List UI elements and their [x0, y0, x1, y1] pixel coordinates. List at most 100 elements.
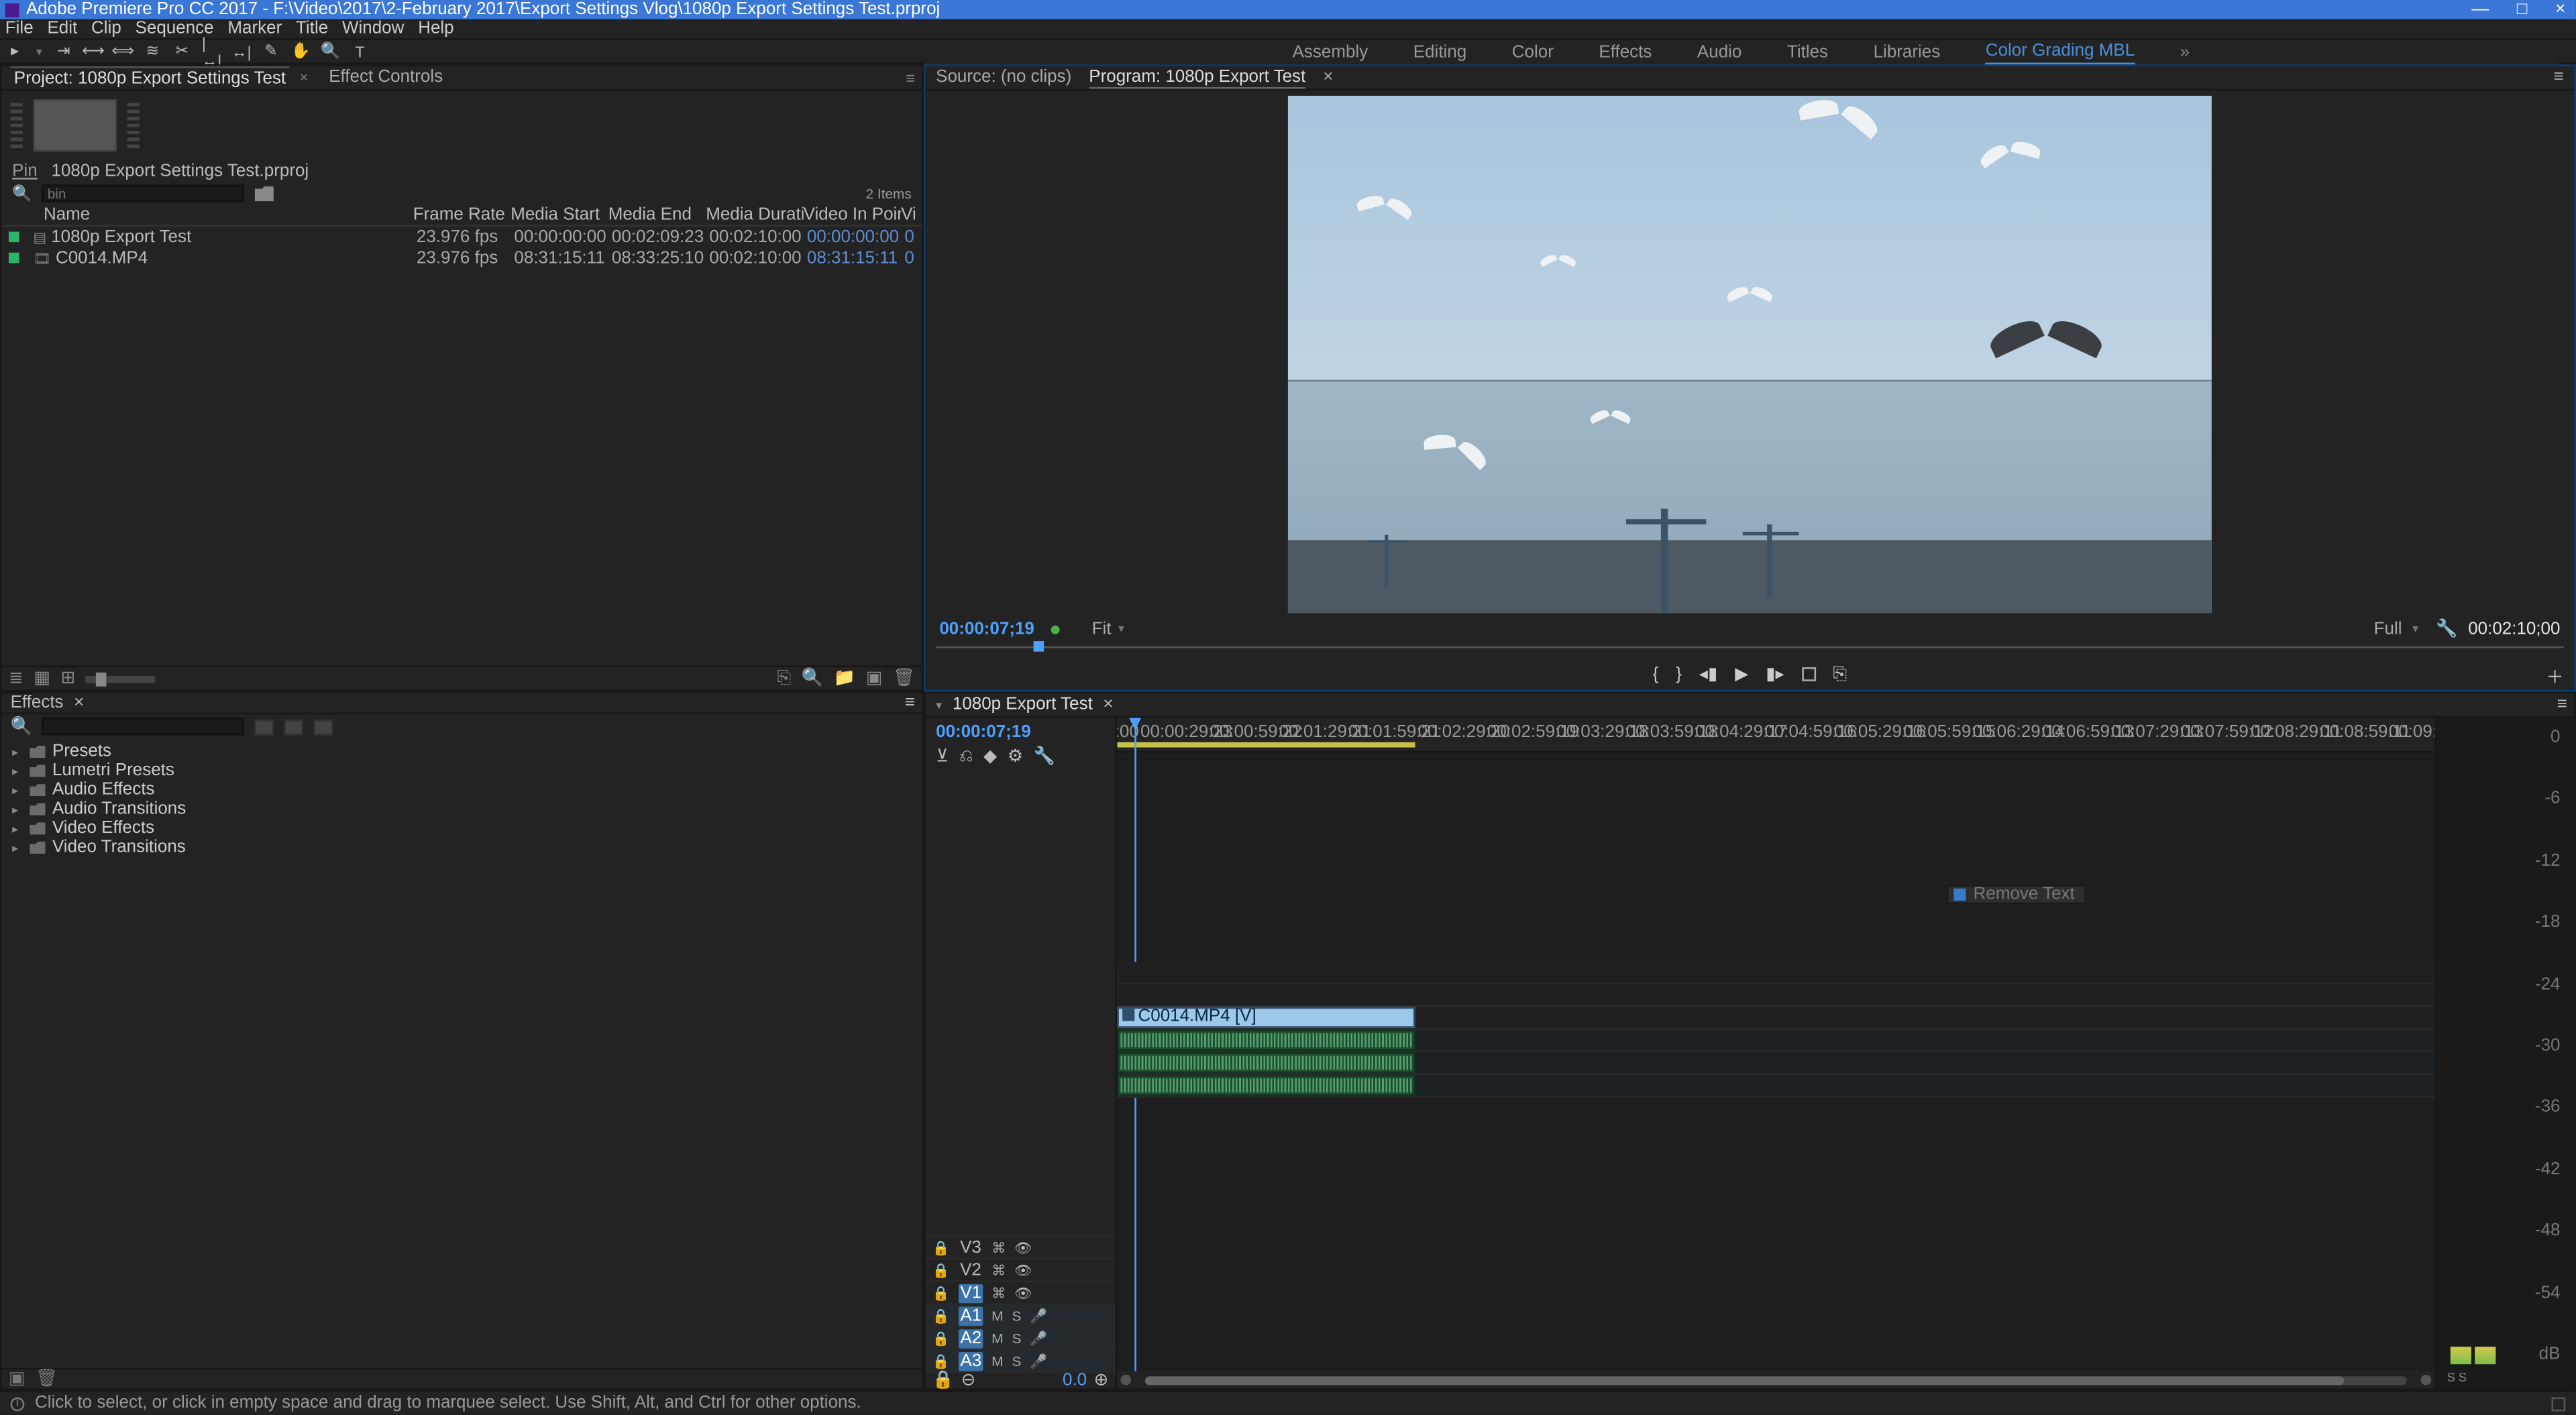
slip-tool-icon[interactable]: |↔|	[202, 42, 221, 61]
tab-effects[interactable]: Effects	[11, 693, 64, 713]
pen-tool-icon[interactable]: ✎	[262, 42, 281, 61]
track-header-a3[interactable]: 🔒 A3 M S 🎤	[926, 1349, 1116, 1371]
track-label[interactable]: A1	[959, 1306, 983, 1325]
lift-icon[interactable]	[1802, 667, 1816, 681]
ws-editing[interactable]: Editing	[1413, 43, 1466, 62]
audio-clip-a2[interactable]	[1117, 1052, 1415, 1073]
rolling-edit-icon[interactable]: ⟺	[113, 42, 133, 61]
track-header-v1[interactable]: 🔒 V1 ⌘ 👁	[926, 1281, 1116, 1304]
resolution-dropdown-icon[interactable]: ▾	[2412, 622, 2418, 636]
new-item-icon[interactable]: ▣	[866, 669, 883, 689]
icon-view-icon[interactable]: ▦	[34, 669, 50, 689]
master-track-row[interactable]: 🔒 ⊖ 0.0 ⊕	[926, 1371, 1116, 1389]
col-video-tail[interactable]: Vi	[901, 206, 918, 225]
eye-icon[interactable]: 👁	[1014, 1262, 1032, 1278]
effects-menu-icon[interactable]: ≡	[905, 693, 915, 713]
solo-icon[interactable]: S	[1012, 1308, 1022, 1323]
track-label[interactable]: A3	[959, 1351, 983, 1371]
mute-icon[interactable]: M	[991, 1353, 1003, 1368]
col-media-duration[interactable]: Media Duration	[706, 206, 803, 225]
work-area-bar[interactable]	[1117, 742, 1415, 748]
lock-icon[interactable]: 🔒	[932, 1285, 950, 1300]
effects-search-input[interactable]	[43, 718, 245, 735]
menu-clip[interactable]: Clip	[91, 19, 121, 39]
col-video-in[interactable]: Video In Point	[804, 206, 901, 225]
menu-edit[interactable]: Edit	[47, 19, 77, 39]
step-fwd-icon[interactable]: ▮▸	[1766, 665, 1784, 684]
settings-icon[interactable]: ⚙	[1008, 748, 1023, 767]
sync-lock-icon[interactable]: ⌘	[991, 1262, 1006, 1278]
tab-sequence[interactable]: 1080p Export Test	[953, 695, 1093, 715]
mark-in-icon[interactable]: {	[1653, 665, 1659, 684]
track-select-fwd-icon[interactable]: ⇥	[54, 42, 74, 61]
automate-to-seq-icon[interactable]: ⎘	[777, 669, 792, 689]
track-label[interactable]: V1	[959, 1283, 983, 1302]
mute-icon[interactable]: M	[991, 1308, 1003, 1323]
hand-tool-icon[interactable]: ✋	[291, 42, 311, 61]
fx-node-video-fx[interactable]: ▸Video Effects	[12, 819, 912, 838]
bin-breadcrumb[interactable]: Pin	[12, 161, 38, 180]
solo-icon[interactable]: S	[1012, 1353, 1022, 1368]
mute-icon[interactable]: M	[991, 1331, 1003, 1346]
meter-solo-labels[interactable]: S S	[2447, 1373, 2467, 1385]
window-maximize-button[interactable]: □	[2512, 0, 2532, 19]
project-row[interactable]: 🎞 C0014.MP4 23.976 fps 08:31:15:11 08:33…	[2, 247, 922, 268]
col-name[interactable]: Name	[44, 206, 90, 225]
zoom-in-icon[interactable]: ⊕	[1094, 1371, 1109, 1391]
sync-lock-icon[interactable]: ⌘	[991, 1285, 1006, 1300]
wrench-icon[interactable]: 🔧	[1034, 748, 1055, 767]
scroll-thumb[interactable]	[1145, 1375, 2344, 1384]
voice-icon[interactable]: 🎤	[1030, 1353, 1047, 1368]
export-frame-icon[interactable]: ⎘	[1833, 665, 1847, 684]
play-icon[interactable]: ▶	[1735, 665, 1748, 684]
ws-libraries[interactable]: Libraries	[1874, 43, 1941, 62]
track-header-a1[interactable]: 🔒 A1 M S 🎤	[926, 1303, 1116, 1326]
eye-icon[interactable]: 👁	[1014, 1239, 1032, 1255]
master-zoom-value[interactable]: 0.0	[1063, 1371, 1087, 1391]
panel-menu-icon[interactable]: ≡	[906, 69, 915, 87]
lock-icon[interactable]: 🔒	[932, 1262, 950, 1278]
timeline-timecode[interactable]: 00:00:07;19	[926, 718, 1116, 747]
timeline-body[interactable]: 00:0000:00:29:2300:00:59:2200:01:29:2100…	[1117, 718, 2434, 1388]
fx-node-video-trans[interactable]: ▸Video Transitions	[12, 838, 912, 858]
track-label[interactable]: V2	[959, 1261, 983, 1280]
voice-icon[interactable]: 🎤	[1030, 1331, 1047, 1346]
type-tool-icon[interactable]: T	[350, 42, 370, 61]
tab-effect-controls[interactable]: Effect Controls	[325, 66, 446, 89]
ws-assembly[interactable]: Assembly	[1293, 43, 1368, 62]
tab-program-monitor[interactable]: Program: 1080p Export Test	[1089, 67, 1305, 88]
find-icon[interactable]: 🔍	[802, 669, 823, 689]
track-label[interactable]: V3	[959, 1238, 983, 1257]
col-media-end[interactable]: Media End	[608, 206, 706, 225]
rate-stretch-icon[interactable]: ≋	[143, 42, 162, 61]
menu-title[interactable]: Title	[296, 19, 328, 39]
track-label[interactable]: A2	[959, 1328, 983, 1348]
selection-tool-icon[interactable]: ▸	[5, 42, 25, 61]
fx-node-lumetri[interactable]: ▸Lumetri Presets	[12, 761, 912, 781]
track-header-v3[interactable]: 🔒 V3 ⌘ 👁	[926, 1235, 1116, 1258]
eye-icon[interactable]: 👁	[1014, 1285, 1032, 1300]
tab-source-monitor[interactable]: Source: (no clips)	[936, 68, 1071, 87]
col-frame-rate[interactable]: Frame Rate▲	[413, 206, 511, 225]
delete-icon[interactable]: 🗑	[893, 669, 915, 689]
menu-help[interactable]: Help	[418, 19, 453, 39]
video-clip[interactable]: C0014.MP4 [V]	[1117, 1007, 1415, 1028]
new-bin-icon[interactable]	[255, 186, 274, 201]
list-view-icon[interactable]: ≣	[9, 669, 23, 689]
ws-color-grading-mbl[interactable]: Color Grading MBL	[1986, 41, 2135, 64]
fx-node-audio-trans[interactable]: ▸Audio Transitions	[12, 799, 912, 819]
new-bin-bottom-icon[interactable]: 📁	[834, 669, 855, 689]
tab-project-close-icon[interactable]: ×	[300, 70, 308, 85]
lock-icon[interactable]: 🔒	[932, 1353, 950, 1368]
snap-icon[interactable]: ⊻	[936, 748, 949, 767]
fx-node-audio-fx[interactable]: ▸Audio Effects	[12, 781, 912, 800]
track-header-v2[interactable]: 🔒 V2 ⌘ 👁	[926, 1258, 1116, 1281]
slide-tool-icon[interactable]: ↔|	[232, 42, 252, 61]
solo-icon[interactable]: S	[1012, 1331, 1022, 1346]
window-close-button[interactable]: ×	[2550, 0, 2571, 19]
sync-lock-icon[interactable]: ⌘	[991, 1239, 1006, 1255]
step-back-icon[interactable]: ◂▮	[1699, 665, 1717, 684]
ripple-edit-icon[interactable]: ⟷	[84, 42, 103, 61]
button-editor-icon[interactable]: ＋	[2546, 661, 2564, 687]
lock-icon[interactable]: 🔒	[932, 1331, 950, 1346]
